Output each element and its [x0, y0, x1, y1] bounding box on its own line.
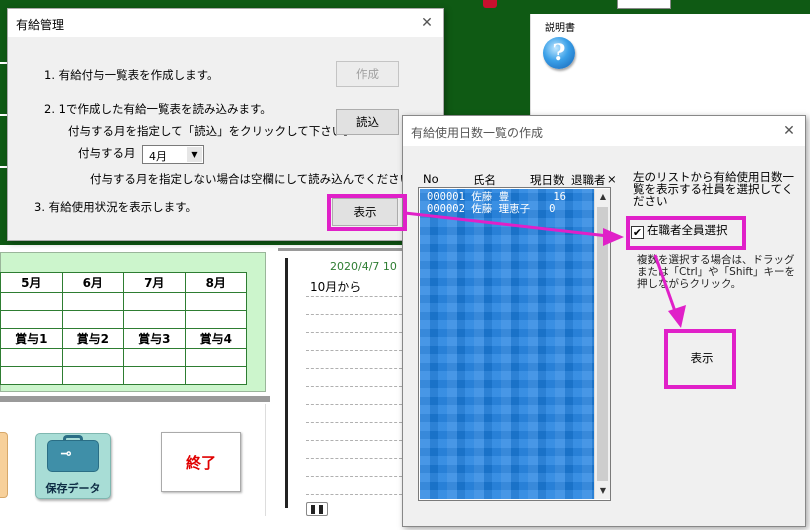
employee-list[interactable]: 000001 佐藤 豊 16 000002 佐藤 理恵子 0: [420, 189, 594, 499]
employee-days: 0: [549, 203, 556, 215]
month-header: 6月: [61, 272, 124, 293]
notebook-panel: 2020/4/7 10 10月から: [278, 248, 402, 518]
table-cell[interactable]: [61, 310, 124, 329]
notebook-rule: [306, 404, 402, 405]
employee-name: 佐藤 理恵子: [471, 203, 531, 215]
scroll-down-icon[interactable]: ▼: [595, 483, 611, 499]
month-label: 付与する月: [78, 146, 136, 160]
employee-listbox[interactable]: 000001 佐藤 豊 16 000002 佐藤 理恵子 0 ▲ ▼: [418, 187, 611, 501]
dialog-title: 有給使用日数一覧の作成: [411, 126, 544, 140]
table-cell[interactable]: [184, 366, 247, 385]
list-instruction: 左のリストから有給使用日数一覧を表示する社員を選択してください: [633, 170, 794, 208]
load-button[interactable]: 読込: [336, 109, 399, 135]
notebook-rule: [306, 332, 402, 333]
bonus-header: 賞与1: [0, 328, 63, 349]
employee-days: 16: [553, 191, 567, 203]
notebook-rule: [306, 494, 402, 495]
close-icon[interactable]: ✕: [779, 121, 799, 141]
table-cell[interactable]: [61, 292, 124, 311]
highlight-list-display-button: [664, 329, 736, 389]
close-icon[interactable]: ✕: [417, 13, 437, 33]
table-cell[interactable]: [184, 348, 247, 367]
step1-text: 1. 有給付与一覧表を作成します。: [44, 68, 219, 82]
column-header-no: No: [423, 172, 439, 186]
month-header: 8月: [184, 272, 247, 293]
salary-table: 5月 6月 7月 8月 賞与1 賞与2 賞与3 賞与4: [0, 272, 247, 385]
scroll-up-icon[interactable]: ▲: [595, 189, 611, 205]
column-header-days: 現日数: [530, 173, 565, 187]
month-select-value: 4月: [149, 150, 167, 163]
table-cell[interactable]: [0, 348, 63, 367]
notebook-scroll-handle[interactable]: [306, 502, 328, 516]
table-cell[interactable]: [123, 348, 186, 367]
month-header: 7月: [123, 272, 186, 293]
scroll-thumb[interactable]: [597, 207, 608, 481]
step3-text: 3. 有給使用状況を表示します。: [34, 200, 197, 214]
table-cell[interactable]: [0, 366, 63, 385]
help-label: 説明書: [545, 23, 575, 34]
notebook-rule: [306, 368, 402, 369]
list-item[interactable]: 000001 佐藤 豊 16: [427, 191, 566, 203]
table-cell[interactable]: [0, 292, 63, 311]
notebook-rule: [306, 422, 402, 423]
key-icon: ⊸: [60, 446, 72, 462]
notebook-date: 2020/4/7 10: [330, 260, 397, 273]
save-data-button[interactable]: ⊸ 保存データ: [35, 433, 111, 499]
notebook-rule: [306, 314, 402, 315]
employee-name: 佐藤 豊: [471, 191, 510, 203]
table-cell[interactable]: [61, 348, 124, 367]
bonus-header: 賞与3: [123, 328, 186, 349]
step2-text: 2. 1で作成した有給一覧表を読み込みます。: [44, 102, 272, 116]
usage-list-dialog: 有給使用日数一覧の作成 ✕ No 氏名 現日数 退職者 × 000001 佐藤 …: [402, 115, 806, 527]
table-cell[interactable]: [184, 292, 247, 311]
list-scrollbar[interactable]: ▲ ▼: [594, 189, 610, 499]
employee-no: 000002: [427, 203, 465, 215]
help-icon[interactable]: ?: [543, 37, 575, 69]
column-header-retired: 退職者: [571, 173, 606, 187]
notebook-top-rule: [278, 248, 402, 251]
column-header-x: ×: [607, 172, 617, 186]
notebook-rule: [306, 440, 402, 441]
create-button[interactable]: 作成: [336, 61, 399, 87]
employee-no: 000001: [427, 191, 465, 203]
list-item[interactable]: 000002 佐藤 理恵子 0: [427, 203, 555, 215]
highlight-display-button: [327, 194, 407, 231]
notebook-spine: [285, 258, 288, 508]
exit-button[interactable]: 終了: [161, 432, 241, 492]
app-header-red-tab[interactable]: [483, 0, 497, 8]
table-cell[interactable]: [0, 310, 63, 329]
panel-divider: [0, 396, 270, 402]
bonus-header: 賞与2: [61, 328, 124, 349]
month-select[interactable]: 4月 ▼: [142, 145, 204, 164]
highlight-checkbox: [626, 216, 746, 250]
dialog-titlebar: 有給使用日数一覧の作成 ✕: [403, 116, 805, 146]
orange-button-edge[interactable]: [0, 432, 8, 498]
step2-subtext: 付与する月を指定して「読込」をクリックして下さい。: [68, 124, 355, 138]
table-cell[interactable]: [61, 366, 124, 385]
bonus-header: 賞与4: [184, 328, 247, 349]
notebook-rule: [306, 296, 402, 297]
save-data-label: 保存データ: [45, 482, 101, 495]
table-cell[interactable]: [123, 310, 186, 329]
multi-select-instruction: 複数を選択する場合は、ドラッグまたは「Ctrl」や「Shift」キーを押しながら…: [637, 254, 796, 290]
notebook-rule: [306, 458, 402, 459]
column-header-name: 氏名: [473, 173, 496, 187]
table-cell[interactable]: [123, 292, 186, 311]
notebook-rule: [306, 350, 402, 351]
table-cell[interactable]: [123, 366, 186, 385]
notebook-rule: [306, 476, 402, 477]
month-header: 5月: [0, 272, 63, 293]
notebook-rule: [306, 386, 402, 387]
chevron-down-icon[interactable]: ▼: [187, 147, 202, 162]
dialog-title: 有給管理: [16, 18, 65, 32]
notebook-text: 10月から: [310, 280, 362, 294]
app-header-white-tab[interactable]: [617, 0, 671, 9]
table-cell[interactable]: [184, 310, 247, 329]
month-note: 付与する月を指定しない場合は空欄にして読み込んでください。: [90, 172, 423, 186]
dialog-titlebar: 有給管理 ✕: [8, 9, 443, 37]
